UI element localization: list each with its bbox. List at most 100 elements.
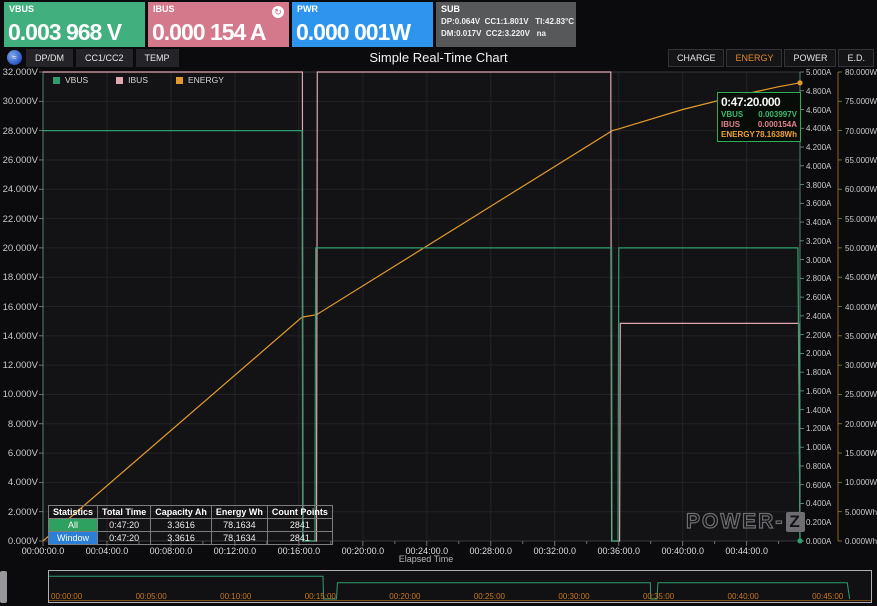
vbus-axis-label: 18.000V bbox=[0, 272, 38, 283]
ibus-axis-label: 3.000A bbox=[806, 256, 831, 265]
vbus-axis-label: 28.000V bbox=[0, 126, 38, 137]
mode-bar: CHARGEENERGYPOWERE.D. bbox=[668, 49, 874, 67]
stats-header-count-points: Count Points bbox=[267, 506, 332, 519]
legend-label: ENERGY bbox=[188, 75, 224, 85]
ibus-axis-label: 1.000A bbox=[806, 443, 831, 452]
ibus-axis-label: 0.400A bbox=[806, 499, 831, 508]
energy-axis-label: 35.000Wh bbox=[845, 332, 877, 341]
navigator-time-label: 00:45:00 bbox=[812, 592, 843, 601]
navigator-time-label: 00:25:00 bbox=[474, 592, 505, 601]
vbus-axis-label: 14.000V bbox=[0, 331, 38, 342]
stats-cell: 78.1634 bbox=[211, 519, 267, 532]
vbus-axis-label: 32.000V bbox=[0, 67, 38, 78]
chart-area[interactable]: 32.000V30.000V28.000V26.000V24.000V22.00… bbox=[0, 69, 877, 568]
ibus-axis-label: 5.000A bbox=[806, 68, 831, 77]
x-axis-title: Elapsed Time bbox=[376, 554, 476, 564]
vbus-axis-label: 16.000V bbox=[0, 302, 38, 313]
legend-swatch-icon bbox=[176, 77, 183, 84]
energy-axis-label: 50.000Wh bbox=[845, 244, 877, 253]
time-axis-label: 00:08:00.0 bbox=[136, 546, 206, 556]
legend-item-vbus[interactable]: VBUS bbox=[53, 75, 88, 85]
energy-axis-label: 10.000Wh bbox=[845, 478, 877, 487]
power-z-app: VBUS 0.003 968 V IBUS ↻ 0.000 154 A PWR … bbox=[0, 0, 877, 606]
vbus-axis-label: 22.000V bbox=[0, 214, 38, 225]
vbus-axis-label: 2.000V bbox=[0, 507, 38, 518]
energy-axis-label: 60.000Wh bbox=[845, 185, 877, 194]
pwr-tile-label: PWR bbox=[297, 4, 428, 14]
sub-row-2: DM:0.017V CC2:3.220V na bbox=[441, 29, 571, 38]
mode-e-d[interactable]: E.D. bbox=[838, 49, 874, 67]
vbus-axis-label: 8.000V bbox=[0, 419, 38, 430]
stats-cell: 2841 bbox=[267, 532, 332, 545]
measurement-tiles: VBUS 0.003 968 V IBUS ↻ 0.000 154 A PWR … bbox=[4, 2, 576, 47]
loop-icon[interactable]: ↻ bbox=[272, 6, 284, 18]
vbus-axis-label: 20.000V bbox=[0, 243, 38, 254]
ibus-axis-label: 3.200A bbox=[806, 237, 831, 246]
energy-axis-label: 25.000Wh bbox=[845, 390, 877, 399]
vbus-tile-label: VBUS bbox=[9, 4, 140, 14]
scrollbar[interactable] bbox=[0, 571, 7, 603]
mode-charge[interactable]: CHARGE bbox=[668, 49, 725, 67]
time-axis-label: 00:04:00.0 bbox=[72, 546, 142, 556]
ibus-axis-label: 2.000A bbox=[806, 349, 831, 358]
ibus-axis-label: 1.400A bbox=[806, 406, 831, 415]
legend-item-ibus[interactable]: IBUS bbox=[116, 75, 148, 85]
mode-energy[interactable]: ENERGY bbox=[726, 49, 782, 67]
vbus-tile: VBUS 0.003 968 V bbox=[4, 2, 145, 47]
energy-axis-label: 0.000Wh bbox=[845, 537, 877, 546]
vbus-value: 0.003 968 V bbox=[8, 19, 121, 46]
statistics-table: StatisticsTotal TimeCapacity AhEnergy Wh… bbox=[48, 505, 333, 545]
ibus-axis-label: 2.200A bbox=[806, 331, 831, 340]
stats-cell: 3.3616 bbox=[151, 519, 212, 532]
ibus-axis-label: 1.800A bbox=[806, 368, 831, 377]
ibus-axis-label: 0.800A bbox=[806, 462, 831, 471]
ibus-axis-label: 4.400A bbox=[806, 124, 831, 133]
stats-row-window: Window0:47:203.361678.16342841 bbox=[49, 532, 333, 545]
vbus-axis-label: 10.000V bbox=[0, 389, 38, 400]
stats-header-energy-wh: Energy Wh bbox=[211, 506, 267, 519]
pwr-value: 0.000 001W bbox=[296, 19, 410, 46]
mode-power[interactable]: POWER bbox=[784, 49, 836, 67]
navigator-time-label: 00:15:00 bbox=[305, 592, 336, 601]
energy-axis-label: 65.000Wh bbox=[845, 156, 877, 165]
tooltip-time: 0:47:20.000 bbox=[721, 95, 797, 109]
ibus-value: 0.000 154 A bbox=[152, 19, 265, 46]
stats-cell: 3.3616 bbox=[151, 532, 212, 545]
chart-tooltip: 0:47:20.000 VBUS0.003997VIBUS0.000154AEN… bbox=[717, 92, 801, 142]
vbus-axis-label: 12.000V bbox=[0, 360, 38, 371]
time-axis-label: 00:40:00.0 bbox=[648, 546, 718, 556]
legend-swatch-icon bbox=[116, 77, 123, 84]
ibus-axis-label: 4.200A bbox=[806, 143, 831, 152]
legend-item-energy[interactable]: ENERGY bbox=[176, 75, 224, 85]
time-axis-label: 00:00:00.0 bbox=[8, 546, 78, 556]
ibus-axis-label: 2.800A bbox=[806, 274, 831, 283]
time-axis-label: 00:32:00.0 bbox=[520, 546, 590, 556]
toolbar: ≈ DP/DMCC1/CC2TEMP Simple Real-Time Char… bbox=[0, 48, 877, 68]
navigator-time-label: 00:20:00 bbox=[389, 592, 420, 601]
chart-legend: VBUS IBUS ENERGY bbox=[53, 75, 224, 85]
navigator-time-label: 00:10:00 bbox=[220, 592, 251, 601]
ibus-tile-label: IBUS bbox=[153, 4, 284, 14]
time-axis-label: 00:12:00.0 bbox=[200, 546, 270, 556]
time-axis-label: 00:16:00.0 bbox=[264, 546, 334, 556]
vbus-axis-label: 30.000V bbox=[0, 96, 38, 107]
energy-axis-label: 30.000Wh bbox=[845, 361, 877, 370]
tooltip-row-ibus: IBUS0.000154A bbox=[721, 120, 797, 129]
navigator-time-label: 00:05:00 bbox=[136, 592, 167, 601]
vbus-axis-label: 6.000V bbox=[0, 448, 38, 459]
stats-header-capacity-ah: Capacity Ah bbox=[151, 506, 212, 519]
ibus-axis-label: 0.200A bbox=[806, 518, 831, 527]
legend-label: VBUS bbox=[65, 75, 88, 85]
navigator-time-label: 00:00:00 bbox=[51, 592, 82, 601]
vbus-axis-label: 24.000V bbox=[0, 184, 38, 195]
energy-axis-label: 40.000Wh bbox=[845, 303, 877, 312]
ibus-axis-label: 1.600A bbox=[806, 387, 831, 396]
timeline-navigator[interactable]: 00:00:00 00:05:00 00:10:00 00:15:00 00:20:00… bbox=[48, 570, 872, 603]
stats-cell: 0:47:20 bbox=[98, 532, 151, 545]
ibus-axis-label: 4.000A bbox=[806, 162, 831, 171]
sub-tile-label: SUB bbox=[441, 4, 571, 14]
ibus-axis-label: 3.600A bbox=[806, 199, 831, 208]
navigator-time-label: 00:40:00 bbox=[728, 592, 759, 601]
tooltip-row-vbus: VBUS0.003997V bbox=[721, 110, 797, 119]
watermark-text: POWER- bbox=[686, 510, 784, 534]
